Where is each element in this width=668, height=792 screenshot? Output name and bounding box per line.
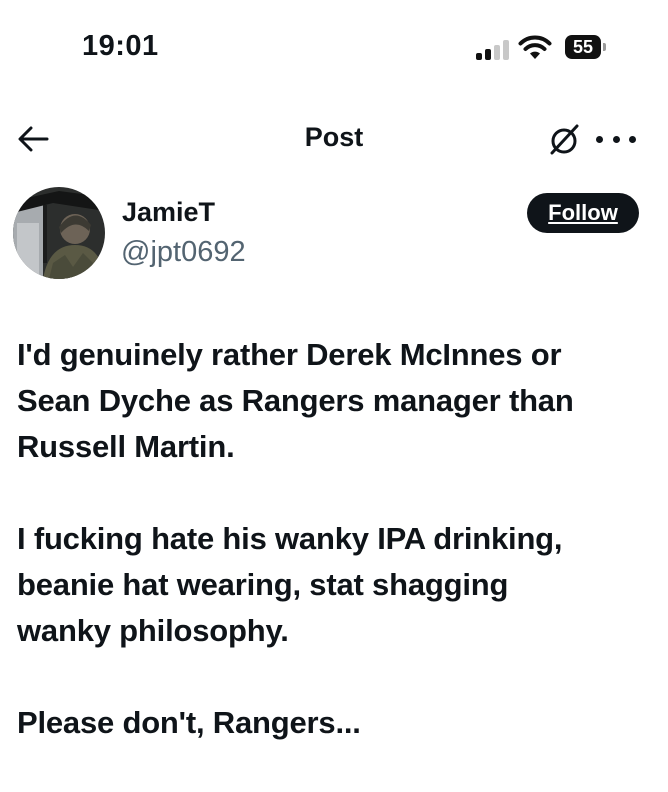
post-body: I'd genuinely rather Derek McInnes or Se… <box>17 332 657 792</box>
battery-icon: 55 <box>565 35 601 59</box>
post-line: beanie hat wearing, stat shagging <box>17 567 509 602</box>
post-line: Sean Dyche as Rangers manager than <box>17 383 574 418</box>
post-line: Russell Martin. <box>17 429 235 464</box>
battery-tip <box>603 43 606 51</box>
battery-level: 55 <box>572 37 594 57</box>
grok-icon[interactable] <box>546 120 584 158</box>
status-time: 19:01 <box>82 30 159 62</box>
post-paragraph: I'd genuinely rather Derek McInnes or Se… <box>17 332 657 470</box>
post-line: I'd genuinely rather Derek McInnes or <box>17 337 562 372</box>
post-paragraph: I fucking hate his wanky IPA drinking, b… <box>17 516 657 654</box>
author-name[interactable]: JamieT <box>122 197 215 228</box>
follow-button[interactable]: Follow <box>527 193 639 233</box>
status-bar: 19:01 55 <box>0 0 668 100</box>
post-line: Please don't, Rangers... <box>17 705 361 740</box>
more-options-icon[interactable] <box>596 122 636 156</box>
avatar[interactable] <box>13 187 105 279</box>
wifi-icon <box>518 35 552 59</box>
post-line: wanky philosophy. <box>17 613 289 648</box>
post-paragraph: Please don't, Rangers... <box>17 700 657 746</box>
author-handle[interactable]: @jpt0692 <box>121 236 246 269</box>
post-line: I fucking hate his wanky IPA drinking, <box>17 521 563 556</box>
cellular-signal-icon <box>476 40 510 60</box>
